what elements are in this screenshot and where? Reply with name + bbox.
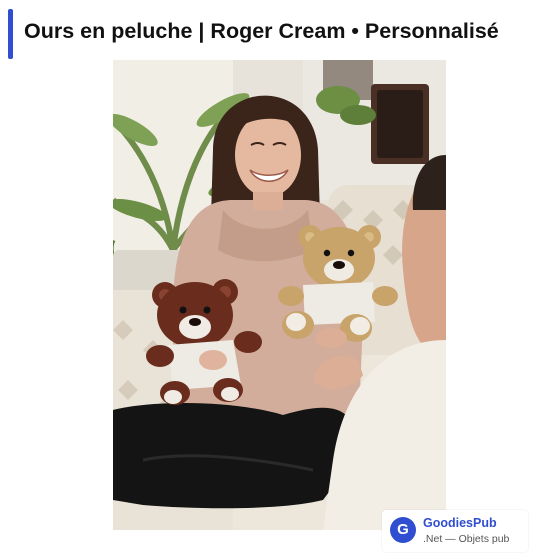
brand-watermark[interactable]: G GoodiesPub .Net — Objets pub xyxy=(382,510,528,552)
page-title: Ours en peluche | Roger Cream • Personna… xyxy=(24,19,499,43)
title-accent-bar xyxy=(8,9,13,59)
header: Ours en peluche | Roger Cream • Personna… xyxy=(0,0,560,60)
brand-tagline: .Net — Objets pub xyxy=(423,533,510,545)
brand-logo-icon: G xyxy=(390,517,416,543)
product-photo xyxy=(113,60,446,530)
brand-name: GoodiesPub xyxy=(423,516,497,530)
